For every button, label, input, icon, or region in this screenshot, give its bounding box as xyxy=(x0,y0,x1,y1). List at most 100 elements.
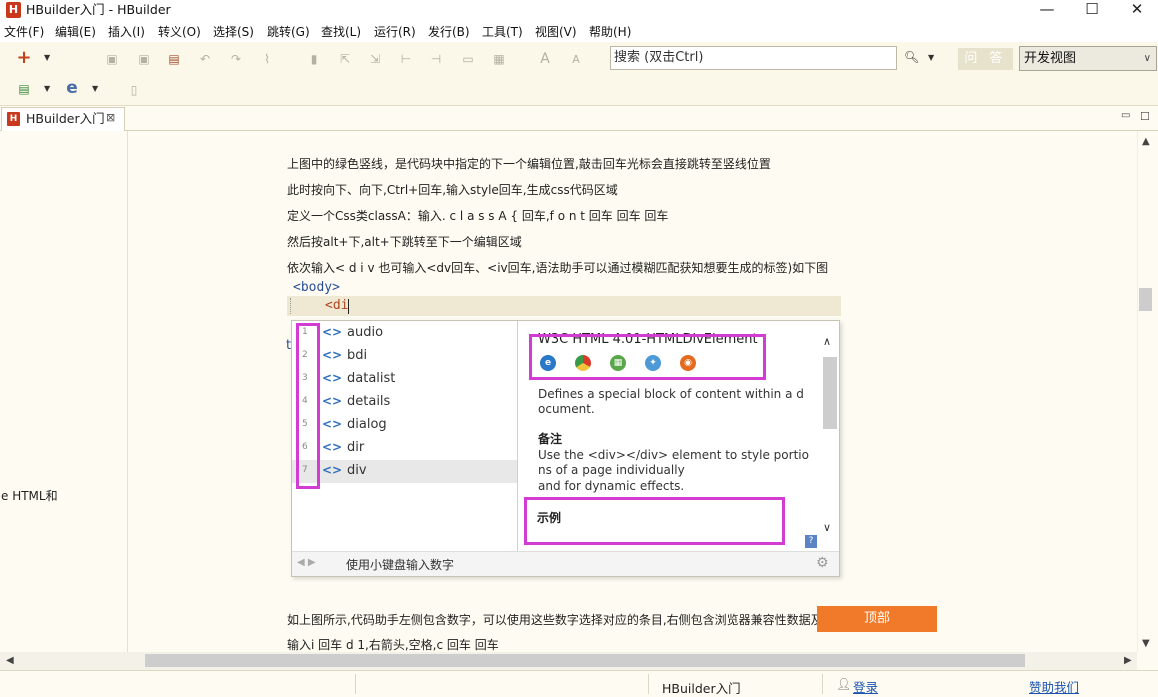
item-label: div xyxy=(347,463,367,478)
login-link[interactable]: 登录 xyxy=(853,677,878,696)
item-label: details xyxy=(347,394,391,409)
detail-scrollbar[interactable] xyxy=(820,321,839,551)
menu-view[interactable]: 视图(V) xyxy=(535,24,577,40)
menu-help[interactable]: 帮助(H) xyxy=(589,24,631,40)
detail-note: and for dynamic effects. xyxy=(538,479,685,493)
maximize-button[interactable]: ☐ xyxy=(1069,0,1115,22)
menu-edit[interactable]: 编辑(E) xyxy=(55,24,96,40)
list-item[interactable]: 5 <> dialog xyxy=(292,414,517,437)
menu-select[interactable]: 选择(S) xyxy=(213,24,254,40)
detail-example-heading: 示例 xyxy=(537,511,562,525)
scroll-up-icon[interactable]: ∧ xyxy=(823,335,831,348)
detail-note: Use the <div></div> element to style por… xyxy=(538,448,809,462)
list-item-selected[interactable]: 7 <> div xyxy=(292,460,517,483)
font-larger-icon[interactable]: A xyxy=(537,51,553,67)
status-divider xyxy=(822,674,823,694)
minimize-button[interactable]: — xyxy=(1024,0,1070,22)
search-dropdown-icon[interactable]: ▼ xyxy=(928,50,934,66)
html-tag-icon: <> xyxy=(322,394,343,408)
horizontal-scroll-thumb[interactable] xyxy=(145,654,1025,667)
sponsor-link[interactable]: 赞助我们 xyxy=(1029,677,1079,696)
assist-list: 1 <> audio 2 <> bdi 3 <> datalist 4 <> d… xyxy=(292,321,517,551)
prev-bookmark-icon[interactable]: ⇱ xyxy=(337,51,353,67)
browser-preview-icon[interactable]: e xyxy=(64,80,80,97)
format-icon[interactable]: ⌇ xyxy=(259,51,275,67)
menu-escape[interactable]: 转义(O) xyxy=(158,24,201,40)
status-file-name: HBuilder入门 xyxy=(662,681,741,696)
help-icon[interactable]: ? xyxy=(805,535,817,548)
view-select[interactable]: 开发视图 ∨ xyxy=(1019,46,1157,71)
menu-bar: 文件(F) 编辑(E) 插入(I) 转义(O) 选择(S) 跳转(G) 查找(L… xyxy=(0,22,1158,42)
back-to-top-button[interactable]: 顶部 xyxy=(817,606,937,632)
scroll-right-icon[interactable]: ▶ xyxy=(1124,655,1132,666)
new-dropdown-icon[interactable]: ▼ xyxy=(44,50,54,66)
bookmark-icon[interactable]: ▮ xyxy=(306,51,322,67)
next-bookmark-icon[interactable]: ⇲ xyxy=(367,51,383,67)
close-window-button[interactable]: ✕ xyxy=(1114,0,1158,22)
gear-icon[interactable]: ⚙ xyxy=(816,555,829,571)
search-input[interactable]: 搜索 (双击Ctrl) xyxy=(610,46,897,70)
browser-dropdown-icon[interactable]: ▼ xyxy=(92,81,102,97)
list-item[interactable]: 4 <> details xyxy=(292,391,517,414)
window-title: HBuilder入门 - HBuilder xyxy=(26,2,171,17)
open-icon[interactable]: ▤ xyxy=(166,51,182,67)
project-dropdown-icon[interactable]: ▼ xyxy=(44,81,54,97)
doc-paragraph: 定义一个Css类classA：输入. c l a s s A { 回车,f o … xyxy=(287,209,669,223)
qa-button[interactable]: 问 答 xyxy=(958,48,1013,70)
title-bar: H HBuilder入门 - HBuilder — ☐ ✕ xyxy=(0,0,1158,22)
indent-guide xyxy=(290,298,291,314)
list-item[interactable]: 2 <> bdi xyxy=(292,345,517,368)
menu-publish[interactable]: 发行(B) xyxy=(428,24,470,40)
font-smaller-icon[interactable]: A xyxy=(568,52,584,68)
menu-find[interactable]: 查找(L) xyxy=(321,24,361,40)
new-file-icon[interactable]: + xyxy=(16,49,32,67)
detail-scroll-thumb[interactable] xyxy=(823,357,837,429)
view-select-value: 开发视图 xyxy=(1024,51,1077,66)
current-code-line[interactable] xyxy=(287,296,841,316)
scroll-down-icon[interactable]: ∨ xyxy=(823,521,831,534)
nav-arrows-icon[interactable]: ◀ ▶ xyxy=(297,557,316,568)
save-all-icon[interactable]: ▣ xyxy=(136,51,152,67)
code-typed-text: <di xyxy=(325,298,349,313)
redo-icon[interactable]: ↷ xyxy=(228,51,244,67)
vertical-scrollbar[interactable] xyxy=(1137,131,1157,652)
list-item[interactable]: 3 <> datalist xyxy=(292,368,517,391)
status-divider xyxy=(648,674,649,694)
doc-paragraph: 输入i 回车 d 1,右箭头,空格,c 回车 回车 xyxy=(287,638,499,652)
scroll-up-icon[interactable]: ▲ xyxy=(1142,136,1150,147)
list-item[interactable]: 6 <> dir xyxy=(292,437,517,460)
menu-file[interactable]: 文件(F) xyxy=(4,24,44,40)
tab-close-icon[interactable]: ⊠ xyxy=(106,111,115,124)
menu-tools[interactable]: 工具(T) xyxy=(482,24,523,40)
search-icon[interactable]: 🔍︎ xyxy=(904,50,919,66)
menu-run[interactable]: 运行(R) xyxy=(374,24,416,40)
run-icon[interactable]: ▯ xyxy=(126,82,142,98)
outline-icon[interactable]: ▦ xyxy=(491,51,507,67)
detail-note: ns of a page individually xyxy=(538,463,685,477)
chevron-down-icon: ∨ xyxy=(1143,53,1151,64)
comment-icon[interactable]: ▭ xyxy=(460,51,476,67)
menu-goto[interactable]: 跳转(G) xyxy=(267,24,310,40)
save-icon[interactable]: ▣ xyxy=(104,51,120,67)
detail-note-heading: 备注 xyxy=(538,432,563,446)
menu-insert[interactable]: 插入(I) xyxy=(108,24,145,40)
editor-maximize-icon[interactable]: ☐ xyxy=(1140,110,1150,123)
html-tag-icon: <> xyxy=(322,440,343,454)
move-down-icon[interactable]: ⊣ xyxy=(428,51,444,67)
item-label: datalist xyxy=(347,371,396,386)
scroll-down-icon[interactable]: ▼ xyxy=(1142,638,1150,649)
editor-minimize-icon[interactable]: ▭ xyxy=(1121,110,1130,121)
tab-hbuilder-intro[interactable]: H HBuilder入门 ⊠ xyxy=(1,107,125,131)
tab-label: HBuilder入门 xyxy=(26,111,105,126)
move-up-icon[interactable]: ⊢ xyxy=(398,51,414,67)
doc-paragraph: 依次输入< d i v 也可输入<dv回车、<iv回车,语法助手可以通过模糊匹配… xyxy=(287,261,829,275)
scroll-left-icon[interactable]: ◀ xyxy=(6,655,14,666)
undo-icon[interactable]: ↶ xyxy=(197,51,213,67)
list-item[interactable]: 1 <> audio xyxy=(292,322,517,345)
editor-tab-row xyxy=(0,107,1158,131)
content-assist-popup: 1 <> audio 2 <> bdi 3 <> datalist 4 <> d… xyxy=(291,320,840,577)
vertical-scroll-thumb[interactable] xyxy=(1139,288,1152,311)
new-project-icon[interactable]: ▤ xyxy=(16,81,32,97)
html-tag-icon: <> xyxy=(322,371,343,385)
left-panel xyxy=(0,131,128,652)
